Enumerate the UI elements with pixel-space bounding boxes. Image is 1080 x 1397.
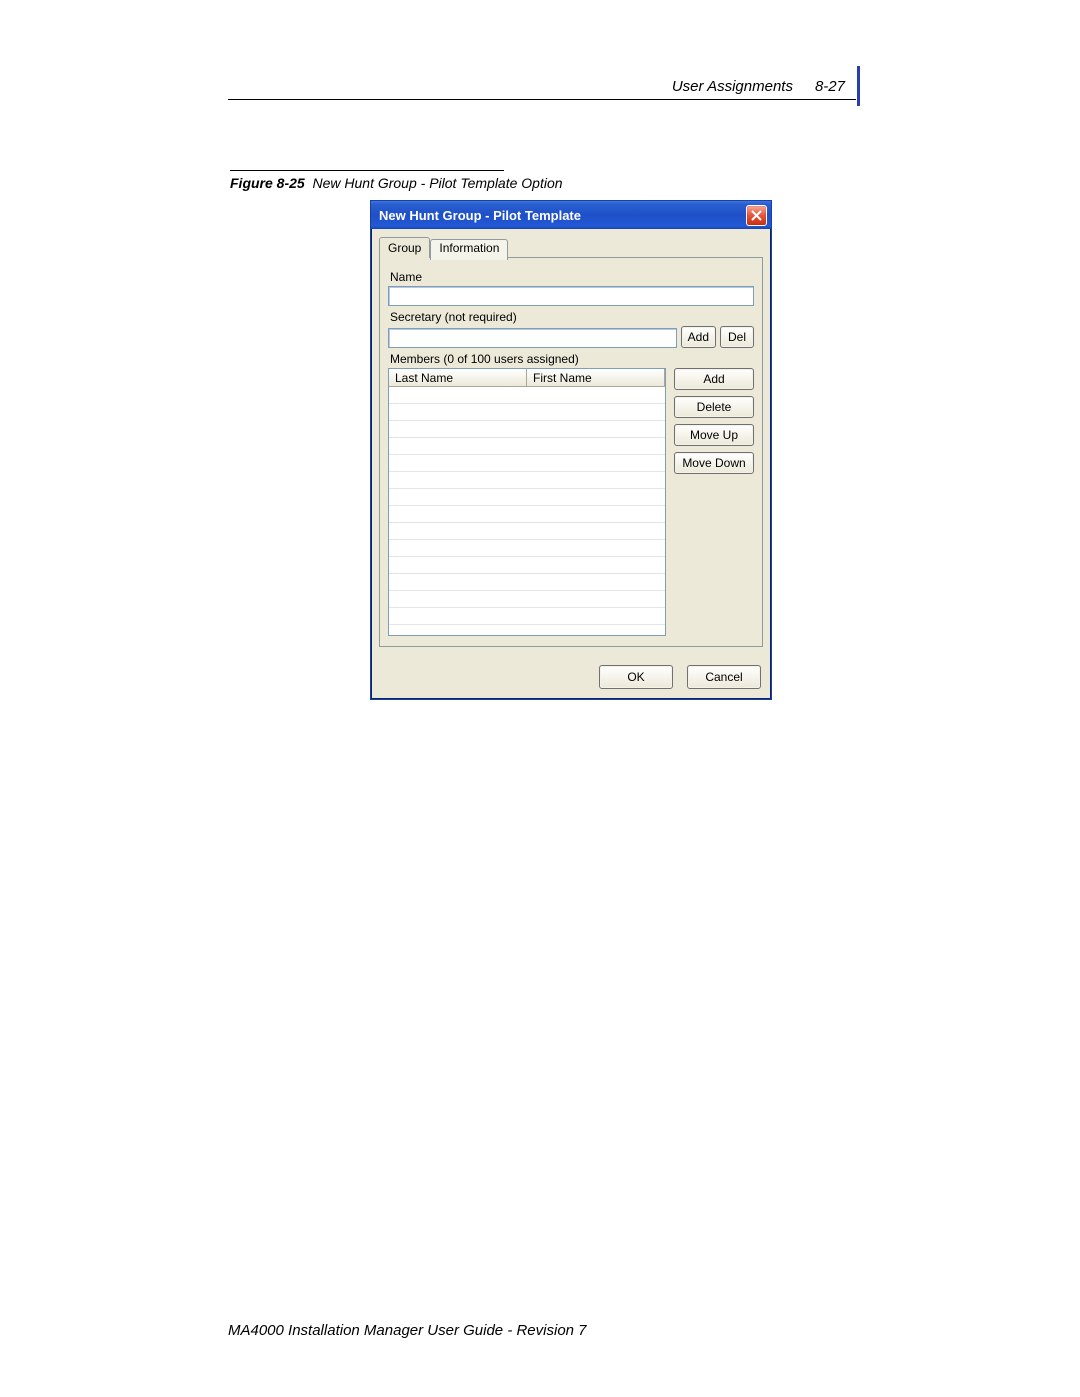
members-delete-button[interactable]: Delete — [674, 396, 754, 418]
grid-rows — [389, 387, 665, 625]
figure-caption-text: New Hunt Group - Pilot Template Option — [312, 175, 562, 191]
members-side-buttons: Add Delete Move Up Move Down — [674, 368, 754, 636]
figure-rule — [230, 170, 504, 171]
name-input[interactable] — [388, 286, 754, 306]
dialog-titlebar[interactable]: New Hunt Group - Pilot Template — [371, 201, 771, 229]
label-members: Members (0 of 100 users assigned) — [390, 352, 754, 366]
secretary-add-button[interactable]: Add — [681, 326, 716, 348]
grid-col-firstname[interactable]: First Name — [527, 369, 665, 387]
table-row[interactable] — [389, 387, 665, 404]
tab-group[interactable]: Group — [379, 237, 430, 258]
table-row[interactable] — [389, 489, 665, 506]
members-moveup-button[interactable]: Move Up — [674, 424, 754, 446]
ok-button[interactable]: OK — [599, 665, 673, 689]
tab-information[interactable]: Information — [430, 239, 508, 260]
table-row[interactable] — [389, 523, 665, 540]
table-row[interactable] — [389, 438, 665, 455]
table-row[interactable] — [389, 455, 665, 472]
header-rule — [228, 99, 856, 100]
table-row[interactable] — [389, 506, 665, 523]
tab-strip: Group Information — [379, 237, 763, 258]
label-name: Name — [390, 270, 754, 284]
table-row[interactable] — [389, 472, 665, 489]
members-movedown-button[interactable]: Move Down — [674, 452, 754, 474]
table-row[interactable] — [389, 421, 665, 438]
table-row[interactable] — [389, 404, 665, 421]
tab-panel-group: Name Secretary (not required) Add Del Me… — [379, 257, 763, 647]
table-row[interactable] — [389, 557, 665, 574]
header-page-number: 8-27 — [815, 78, 845, 95]
header-section-title: User Assignments — [672, 78, 793, 95]
dialog-new-hunt-group: New Hunt Group - Pilot Template Group In… — [370, 200, 772, 700]
close-icon[interactable] — [746, 205, 767, 226]
grid-col-lastname[interactable]: Last Name — [389, 369, 527, 387]
secretary-del-button[interactable]: Del — [720, 326, 754, 348]
secretary-input[interactable] — [388, 328, 677, 348]
figure-caption: Figure 8-25 New Hunt Group - Pilot Templ… — [230, 175, 563, 191]
table-row[interactable] — [389, 574, 665, 591]
page-footer: MA4000 Installation Manager User Guide -… — [228, 1322, 587, 1339]
page-header: User Assignments 8-27 — [672, 66, 860, 106]
dialog-footer: OK Cancel — [371, 655, 771, 699]
tab-information-label: Information — [439, 241, 499, 255]
label-secretary: Secretary (not required) — [390, 310, 754, 324]
table-row[interactable] — [389, 591, 665, 608]
dialog-title: New Hunt Group - Pilot Template — [379, 208, 581, 223]
cancel-button[interactable]: Cancel — [687, 665, 761, 689]
table-row[interactable] — [389, 608, 665, 625]
members-grid[interactable]: Last Name First Name — [388, 368, 666, 636]
tab-group-label: Group — [388, 241, 421, 255]
members-add-button[interactable]: Add — [674, 368, 754, 390]
grid-header: Last Name First Name — [389, 369, 665, 387]
table-row[interactable] — [389, 540, 665, 557]
figure-label: Figure 8-25 — [230, 175, 305, 191]
